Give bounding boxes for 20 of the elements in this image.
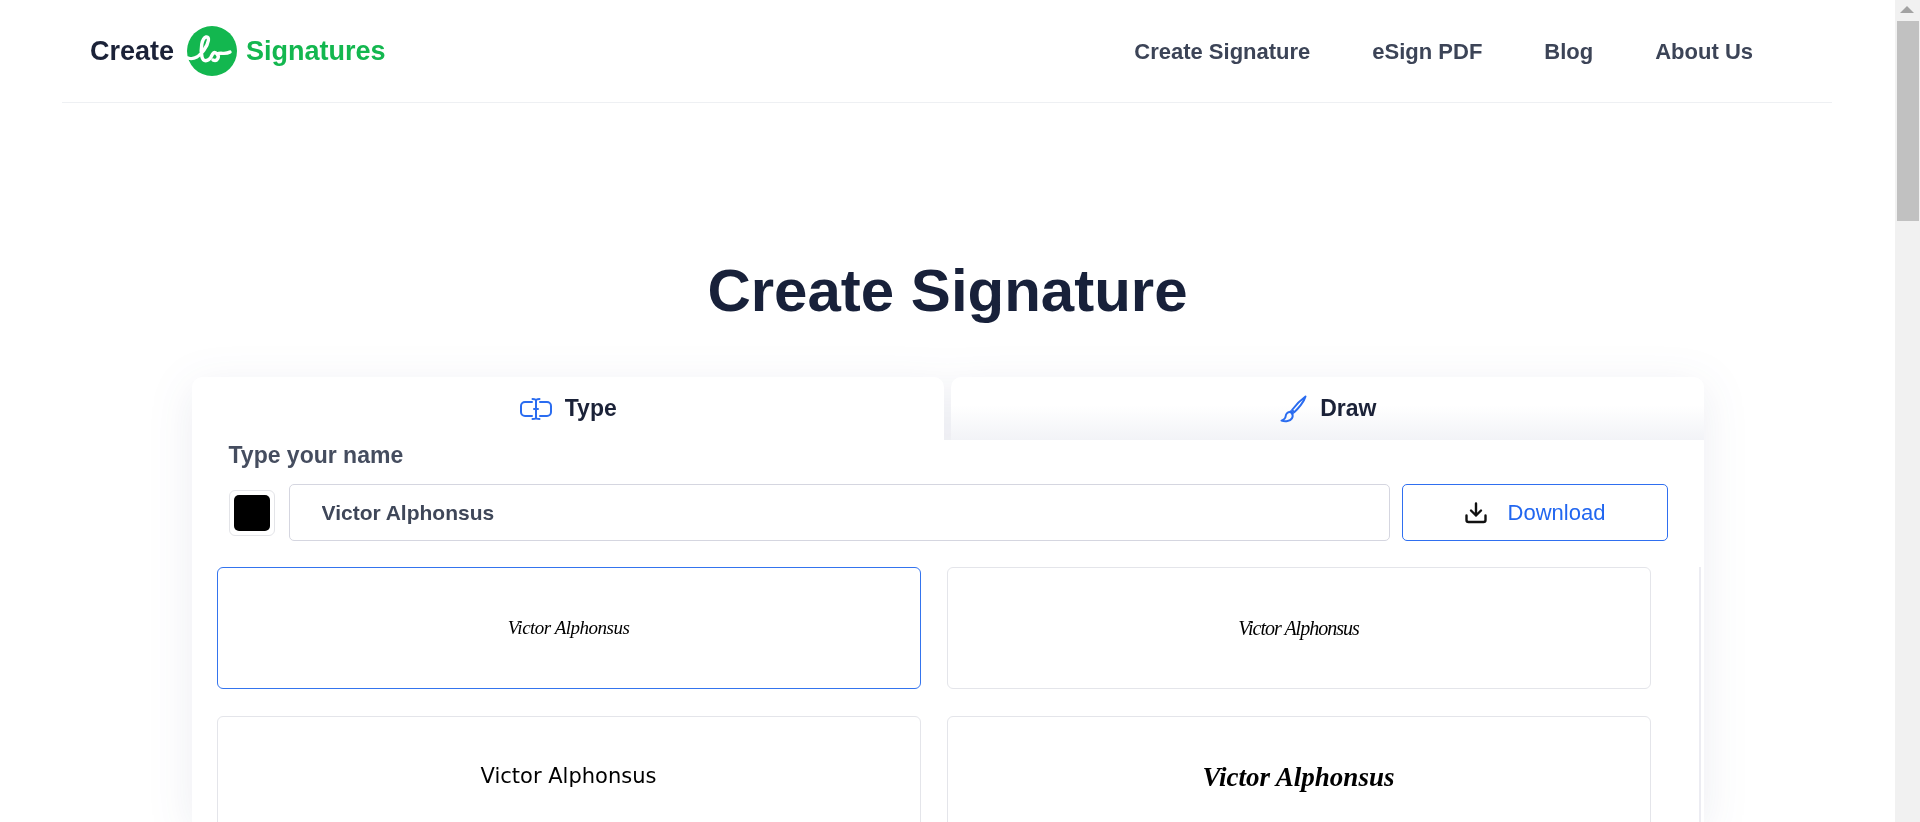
nav-link[interactable]: About Us: [1624, 34, 1784, 68]
logo-icon: [184, 25, 239, 77]
nav-link[interactable]: eSign PDF: [1341, 34, 1514, 68]
scrollbar[interactable]: [1895, 0, 1920, 822]
signature-option[interactable]: Victor Alphonsus: [216, 716, 921, 822]
page-title: Create Signature: [706, 256, 1189, 326]
signature-option[interactable]: Victor Alphonsus: [946, 716, 1651, 822]
scroll-up-arrow-icon[interactable]: [1900, 6, 1914, 13]
signature-option[interactable]: Victor Alphonsus: [216, 567, 921, 689]
signature-option[interactable]: Victor Alphonsus: [946, 567, 1651, 689]
logo-link[interactable]: Create Signatures: [90, 25, 386, 77]
nav-link[interactable]: Create Signature: [1103, 34, 1342, 68]
name-label: Type your name: [227, 441, 405, 470]
name-input-field[interactable]: Victor Alphonsus: [288, 484, 1390, 541]
scrollbar-thumb[interactable]: [1897, 21, 1919, 221]
download-button[interactable]: Download: [1401, 484, 1668, 541]
download-icon: [1463, 500, 1488, 525]
text-cursor-icon: [518, 396, 553, 421]
nav-link[interactable]: Blog: [1513, 34, 1625, 68]
paintbrush-icon: [1278, 393, 1309, 424]
